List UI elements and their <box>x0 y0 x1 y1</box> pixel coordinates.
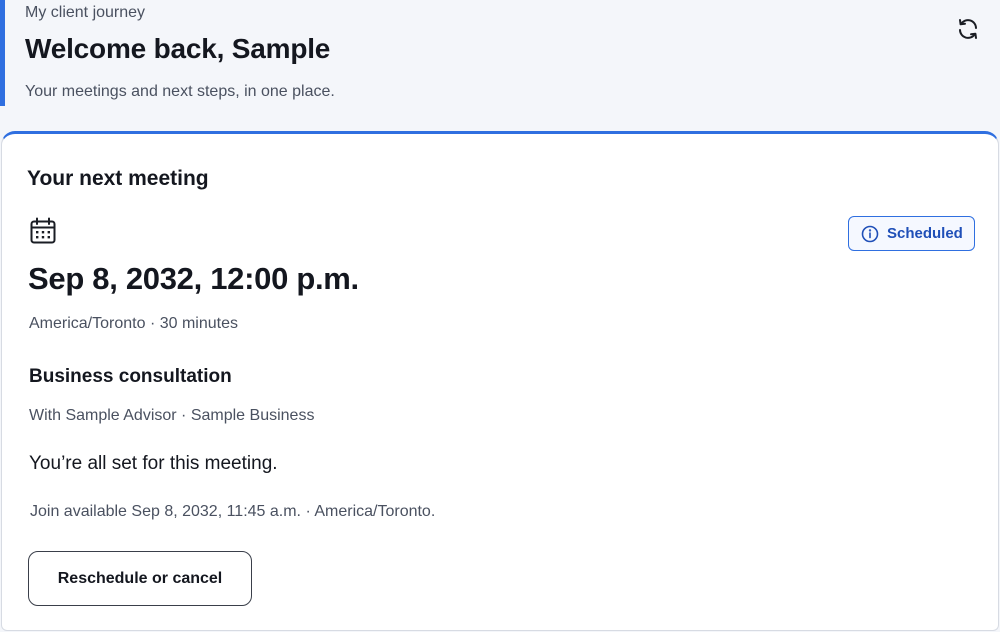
meeting-datetime: Sep 8, 2032, 12:00 p.m. <box>28 261 359 296</box>
meeting-type: Business consultation <box>29 366 232 387</box>
status-badge: Scheduled <box>848 216 975 251</box>
next-meeting-card: Your next meeting Scheduled Sep 8, 2032,… <box>1 131 999 631</box>
meeting-participants: With Sample Advisor · Sample Business <box>29 407 315 424</box>
page-subtitle: Your meetings and next steps, in one pla… <box>25 83 335 100</box>
status-label: Scheduled <box>887 225 963 242</box>
refresh-button[interactable] <box>953 14 983 44</box>
page-header: My client journey Welcome back, Sample Y… <box>0 0 1000 106</box>
meeting-timezone-duration: America/Toronto · 30 minutes <box>29 315 238 332</box>
eyebrow-label: My client journey <box>25 4 146 21</box>
refresh-icon <box>959 19 977 39</box>
header-accent-bar <box>0 0 5 106</box>
info-icon <box>861 225 879 242</box>
card-title: Your next meeting <box>27 167 209 190</box>
join-availability-text: Join available Sep 8, 2032, 11:45 a.m. ·… <box>30 503 436 520</box>
reschedule-or-cancel-button[interactable]: Reschedule or cancel <box>28 551 252 606</box>
page-title: Welcome back, Sample <box>25 33 331 64</box>
ready-status-text: You’re all set for this meeting. <box>29 453 278 474</box>
calendar-icon <box>30 217 56 244</box>
